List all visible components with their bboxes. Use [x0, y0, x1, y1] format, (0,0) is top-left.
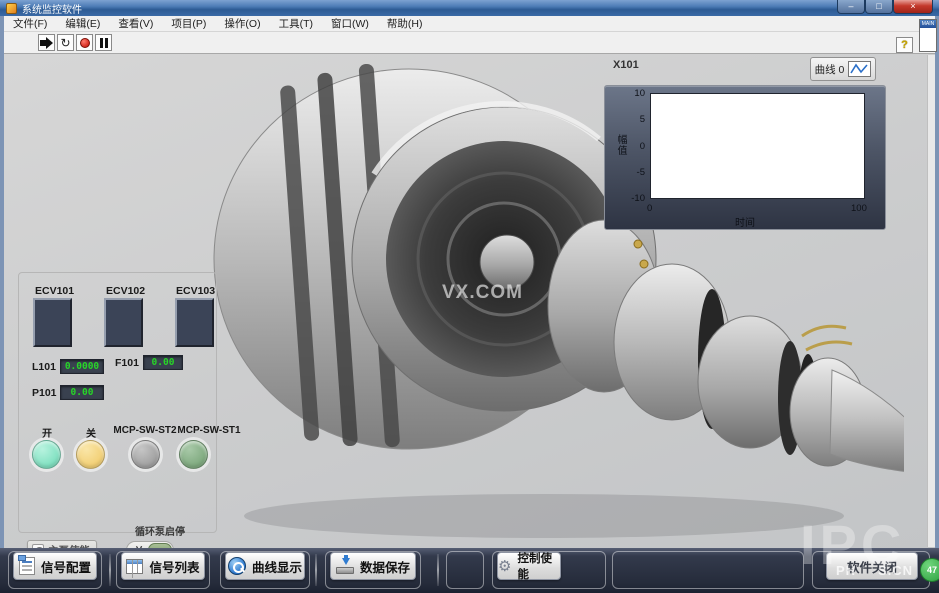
- menu-edit[interactable]: 编辑(E): [56, 16, 109, 32]
- vertical-scrollbar[interactable]: [927, 55, 935, 547]
- indicator-mcp-sw-st1[interactable]: [179, 440, 208, 469]
- bottom-toolbar: 信号配置 信号列表 曲线显示 数据保存 ⚙ 控制使能 禁用 00:00:00 软…: [0, 548, 939, 593]
- curve-display-button[interactable]: 曲线显示: [225, 552, 305, 580]
- valve-label-ecv103: ECV103: [176, 285, 215, 297]
- run-arrow-icon: [40, 37, 53, 49]
- readout-label-l101: L101: [32, 361, 56, 373]
- toolbar: ↻: [4, 32, 935, 54]
- control-panel: ECV101 ECV102 ECV103 L101 0.0000 F101 0.…: [18, 272, 217, 533]
- maximize-button[interactable]: □: [865, 0, 893, 14]
- data-save-label: 数据保存: [360, 557, 410, 576]
- chart-legend[interactable]: 曲线 0: [810, 57, 876, 81]
- magnifier-icon: [228, 557, 246, 575]
- group-timer: [612, 551, 804, 589]
- readout-value-f101: 0.00: [143, 355, 183, 370]
- vi-icon-label: MAIN: [920, 20, 936, 28]
- divider: [315, 554, 317, 586]
- signal-config-label: 信号配置: [41, 557, 91, 576]
- menu-help[interactable]: 帮助(H): [378, 16, 432, 32]
- pause-icon: [100, 38, 108, 48]
- run-continuous-icon: ↻: [60, 37, 70, 49]
- y-tick: 0: [617, 141, 645, 152]
- readout-label-f101: F101: [115, 357, 139, 369]
- main-pump-enable-button[interactable]: 主泵使能: [27, 540, 97, 548]
- y-tick: 10: [617, 88, 645, 99]
- pause-button[interactable]: [95, 34, 112, 51]
- valve-label-ecv101: ECV101: [35, 285, 74, 297]
- menu-operate[interactable]: 操作(O): [215, 16, 269, 32]
- readout-value-p101: 0.00: [60, 385, 104, 400]
- run-button[interactable]: [38, 34, 55, 51]
- close-button[interactable]: ×: [893, 0, 933, 14]
- pump-section-label: 循环泵启停: [115, 523, 205, 538]
- save-icon: [336, 558, 354, 574]
- vi-icon: MAIN: [919, 19, 937, 52]
- watermark-center: VX.COM: [442, 282, 523, 304]
- waveform-chart[interactable]: 幅值 10 5 0 -5 -10 0 100 时间: [604, 85, 886, 230]
- plot-area: [650, 93, 865, 199]
- exit-label: 软件关闭: [847, 557, 897, 576]
- title-bar: 系统监控软件 – □ ×: [0, 0, 939, 16]
- abort-icon: [80, 38, 90, 48]
- menu-view[interactable]: 查看(V): [109, 16, 162, 32]
- front-panel: VX.COM X101 曲线 0 幅值 10 5 0 -5 -10 0 100 …: [4, 54, 935, 548]
- valve-indicator-ecv101[interactable]: [33, 298, 72, 347]
- indicator-mcp-sw-st2[interactable]: [131, 440, 160, 469]
- run-continuous-button[interactable]: ↻: [57, 34, 74, 51]
- signal-list-label: 信号列表: [149, 557, 199, 576]
- menu-project[interactable]: 项目(P): [162, 16, 215, 32]
- watermark-badge: 47: [920, 558, 939, 582]
- legend-label: 曲线 0: [815, 62, 845, 77]
- curve-display-label: 曲线显示: [252, 557, 302, 576]
- indicator-label-mcp-sw-st1: MCP-SW-ST1: [171, 425, 247, 436]
- signal-config-button[interactable]: 信号配置: [13, 552, 97, 580]
- minimize-button[interactable]: –: [837, 0, 865, 14]
- indicator-label-close: 关: [81, 425, 101, 440]
- x-tick: 100: [851, 203, 867, 214]
- valve-indicator-ecv103[interactable]: [175, 298, 214, 347]
- chart-title: X101: [613, 59, 639, 71]
- y-tick: -5: [617, 167, 645, 178]
- pump-toggle-switch[interactable]: 关: [126, 541, 174, 548]
- indicator-open[interactable]: [32, 440, 61, 469]
- control-enable-label: 控制使能: [517, 550, 560, 582]
- waveform-icon: [848, 61, 871, 77]
- readout-value-l101: 0.0000: [60, 359, 104, 374]
- window-title: 系统监控软件: [22, 1, 82, 16]
- context-help-button[interactable]: ?: [896, 37, 913, 53]
- table-icon: [126, 559, 143, 574]
- valve-label-ecv102: ECV102: [106, 285, 145, 297]
- divider: [109, 554, 111, 586]
- abort-button[interactable]: [76, 34, 93, 51]
- exit-button[interactable]: 软件关闭: [826, 552, 918, 580]
- x-tick: 0: [647, 203, 652, 214]
- menu-bar: 文件(F) 编辑(E) 查看(V) 项目(P) 操作(O) 工具(T) 窗口(W…: [4, 16, 935, 32]
- menu-window[interactable]: 窗口(W): [322, 16, 378, 32]
- app-icon: [6, 3, 17, 14]
- x-axis-label: 时间: [605, 214, 885, 229]
- gear-icon: ⚙: [498, 559, 511, 574]
- document-icon: [19, 557, 35, 575]
- y-tick: -10: [617, 193, 645, 204]
- y-tick: 5: [617, 114, 645, 125]
- data-save-button[interactable]: 数据保存: [330, 552, 416, 580]
- control-enable-button[interactable]: ⚙ 控制使能: [497, 552, 561, 580]
- menu-file[interactable]: 文件(F): [4, 16, 56, 32]
- readout-label-p101: P101: [32, 387, 57, 399]
- valve-indicator-ecv102[interactable]: [104, 298, 143, 347]
- divider: [437, 554, 439, 586]
- signal-list-button[interactable]: 信号列表: [121, 552, 205, 580]
- menu-tools[interactable]: 工具(T): [270, 16, 322, 32]
- group-record: [446, 551, 484, 589]
- indicator-close[interactable]: [76, 440, 105, 469]
- indicator-label-open: 开: [37, 425, 57, 440]
